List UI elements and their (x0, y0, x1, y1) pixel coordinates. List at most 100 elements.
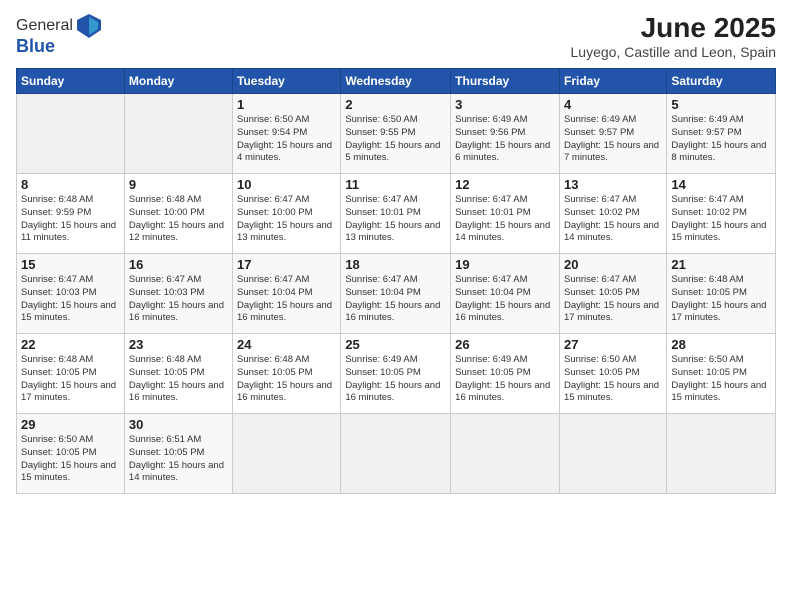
calendar-week-row: 8 Sunrise: 6:48 AMSunset: 9:59 PMDaylight… (17, 174, 776, 254)
header-tuesday: Tuesday (233, 69, 341, 94)
day-number: 8 (21, 177, 120, 192)
calendar-cell: 29 Sunrise: 6:50 AMSunset: 10:05 PMDaylig… (17, 414, 125, 494)
calendar-cell: 17 Sunrise: 6:47 AMSunset: 10:04 PMDaylig… (233, 254, 341, 334)
day-number: 26 (455, 337, 555, 352)
day-info: Sunrise: 6:48 AMSunset: 10:05 PMDaylight… (237, 354, 336, 405)
calendar-cell (451, 414, 560, 494)
day-number: 16 (129, 257, 228, 272)
header-wednesday: Wednesday (341, 69, 451, 94)
day-number: 15 (21, 257, 120, 272)
calendar-cell: 14 Sunrise: 6:47 AMSunset: 10:02 PMDaylig… (667, 174, 776, 254)
day-number: 9 (129, 177, 228, 192)
calendar-cell: 18Sunrise: 6:47 AMSunset: 10:04 PMDaylig… (341, 254, 451, 334)
day-number: 21 (671, 257, 771, 272)
calendar-cell: 10 Sunrise: 6:47 AMSunset: 10:00 PMDaylig… (233, 174, 341, 254)
day-number: 23 (129, 337, 228, 352)
day-number: 19 (455, 257, 555, 272)
calendar-cell: 23 Sunrise: 6:48 AMSunset: 10:05 PMDaylig… (124, 334, 232, 414)
day-number: 25 (345, 337, 446, 352)
day-info: Sunrise: 6:50 AMSunset: 10:05 PMDaylight… (564, 354, 662, 405)
day-info: Sunrise: 6:50 AMSunset: 9:55 PMDaylight:… (345, 114, 446, 165)
day-number: 22 (21, 337, 120, 352)
day-info: Sunrise: 6:49 AMSunset: 10:05 PMDaylight… (345, 354, 446, 405)
day-info: Sunrise: 6:50 AMSunset: 10:05 PMDaylight… (671, 354, 771, 405)
header-friday: Friday (559, 69, 666, 94)
day-info: Sunrise: 6:49 AMSunset: 9:57 PMDaylight:… (671, 114, 771, 165)
page: General Blue June 2025 Luyego, Castille … (0, 0, 792, 612)
calendar-cell: 26Sunrise: 6:49 AMSunset: 10:05 PMDaylig… (451, 334, 560, 414)
day-number: 27 (564, 337, 662, 352)
page-subtitle: Luyego, Castille and Leon, Spain (571, 44, 776, 60)
calendar-cell (341, 414, 451, 494)
header-monday: Monday (124, 69, 232, 94)
header-thursday: Thursday (451, 69, 560, 94)
day-info: Sunrise: 6:50 AMSunset: 9:54 PMDaylight:… (237, 114, 336, 165)
header-sunday: Sunday (17, 69, 125, 94)
calendar-cell (559, 414, 666, 494)
day-info: Sunrise: 6:48 AMSunset: 10:05 PMDaylight… (671, 274, 771, 325)
title-block: June 2025 Luyego, Castille and Leon, Spa… (571, 12, 776, 60)
header-saturday: Saturday (667, 69, 776, 94)
calendar-cell: 24Sunrise: 6:48 AMSunset: 10:05 PMDaylig… (233, 334, 341, 414)
calendar-cell: 22 Sunrise: 6:48 AMSunset: 10:05 PMDaylig… (17, 334, 125, 414)
day-info: Sunrise: 6:48 AMSunset: 10:05 PMDaylight… (129, 354, 228, 405)
header: General Blue June 2025 Luyego, Castille … (16, 12, 776, 60)
calendar-cell: 9Sunrise: 6:48 AMSunset: 10:00 PMDayligh… (124, 174, 232, 254)
day-info: Sunrise: 6:51 AMSunset: 10:05 PMDaylight… (129, 434, 228, 485)
day-number: 18 (345, 257, 446, 272)
logo-flag-icon (75, 12, 103, 40)
calendar-cell: 3 Sunrise: 6:49 AMSunset: 9:56 PMDaylight… (451, 94, 560, 174)
calendar-cell (124, 94, 232, 174)
calendar-cell: 15 Sunrise: 6:47 AMSunset: 10:03 PMDaylig… (17, 254, 125, 334)
day-info: Sunrise: 6:49 AMSunset: 9:56 PMDaylight:… (455, 114, 555, 165)
calendar-cell (667, 414, 776, 494)
calendar-cell: 27 Sunrise: 6:50 AMSunset: 10:05 PMDaylig… (559, 334, 666, 414)
calendar-header-row: Sunday Monday Tuesday Wednesday Thursday… (17, 69, 776, 94)
logo-general-text: General (16, 17, 73, 35)
day-number: 1 (237, 97, 336, 112)
day-info: Sunrise: 6:47 AMSunset: 10:03 PMDaylight… (21, 274, 120, 325)
day-info: Sunrise: 6:48 AMSunset: 9:59 PMDaylight:… (21, 194, 120, 245)
day-number: 14 (671, 177, 771, 192)
calendar-cell: 5 Sunrise: 6:49 AMSunset: 9:57 PMDaylight… (667, 94, 776, 174)
calendar-cell: 12 Sunrise: 6:47 AMSunset: 10:01 PMDaylig… (451, 174, 560, 254)
calendar-cell: 8 Sunrise: 6:48 AMSunset: 9:59 PMDaylight… (17, 174, 125, 254)
calendar-cell (17, 94, 125, 174)
calendar-cell: 16 Sunrise: 6:47 AMSunset: 10:03 PMDaylig… (124, 254, 232, 334)
day-info: Sunrise: 6:47 AMSunset: 10:04 PMDaylight… (237, 274, 336, 325)
calendar-cell: 11Sunrise: 6:47 AMSunset: 10:01 PMDaylig… (341, 174, 451, 254)
day-info: Sunrise: 6:47 AMSunset: 10:01 PMDaylight… (455, 194, 555, 245)
calendar-cell: 21 Sunrise: 6:48 AMSunset: 10:05 PMDaylig… (667, 254, 776, 334)
day-number: 20 (564, 257, 662, 272)
calendar-week-row: 1 Sunrise: 6:50 AMSunset: 9:54 PMDaylight… (17, 94, 776, 174)
day-info: Sunrise: 6:47 AMSunset: 10:00 PMDaylight… (237, 194, 336, 245)
day-number: 11 (345, 177, 446, 192)
day-number: 5 (671, 97, 771, 112)
calendar-cell: 13Sunrise: 6:47 AMSunset: 10:02 PMDaylig… (559, 174, 666, 254)
page-title: June 2025 (571, 12, 776, 44)
calendar-cell: 2 Sunrise: 6:50 AMSunset: 9:55 PMDaylight… (341, 94, 451, 174)
day-number: 13 (564, 177, 662, 192)
calendar-cell: 28 Sunrise: 6:50 AMSunset: 10:05 PMDaylig… (667, 334, 776, 414)
day-info: Sunrise: 6:47 AMSunset: 10:04 PMDaylight… (455, 274, 555, 325)
day-number: 4 (564, 97, 662, 112)
calendar-cell: 19 Sunrise: 6:47 AMSunset: 10:04 PMDaylig… (451, 254, 560, 334)
calendar-table: Sunday Monday Tuesday Wednesday Thursday… (16, 68, 776, 494)
day-number: 12 (455, 177, 555, 192)
day-info: Sunrise: 6:50 AMSunset: 10:05 PMDaylight… (21, 434, 120, 485)
day-number: 29 (21, 417, 120, 432)
day-info: Sunrise: 6:49 AMSunset: 9:57 PMDaylight:… (564, 114, 662, 165)
day-info: Sunrise: 6:48 AMSunset: 10:05 PMDaylight… (21, 354, 120, 405)
calendar-week-row: 15 Sunrise: 6:47 AMSunset: 10:03 PMDaylig… (17, 254, 776, 334)
day-number: 10 (237, 177, 336, 192)
day-number: 28 (671, 337, 771, 352)
calendar-cell: 4 Sunrise: 6:49 AMSunset: 9:57 PMDaylight… (559, 94, 666, 174)
calendar-cell: 20Sunrise: 6:47 AMSunset: 10:05 PMDaylig… (559, 254, 666, 334)
day-number: 2 (345, 97, 446, 112)
day-number: 17 (237, 257, 336, 272)
calendar-cell: 1 Sunrise: 6:50 AMSunset: 9:54 PMDaylight… (233, 94, 341, 174)
day-info: Sunrise: 6:47 AMSunset: 10:02 PMDaylight… (671, 194, 771, 245)
day-info: Sunrise: 6:47 AMSunset: 10:03 PMDaylight… (129, 274, 228, 325)
calendar-week-row: 22 Sunrise: 6:48 AMSunset: 10:05 PMDaylig… (17, 334, 776, 414)
day-number: 3 (455, 97, 555, 112)
